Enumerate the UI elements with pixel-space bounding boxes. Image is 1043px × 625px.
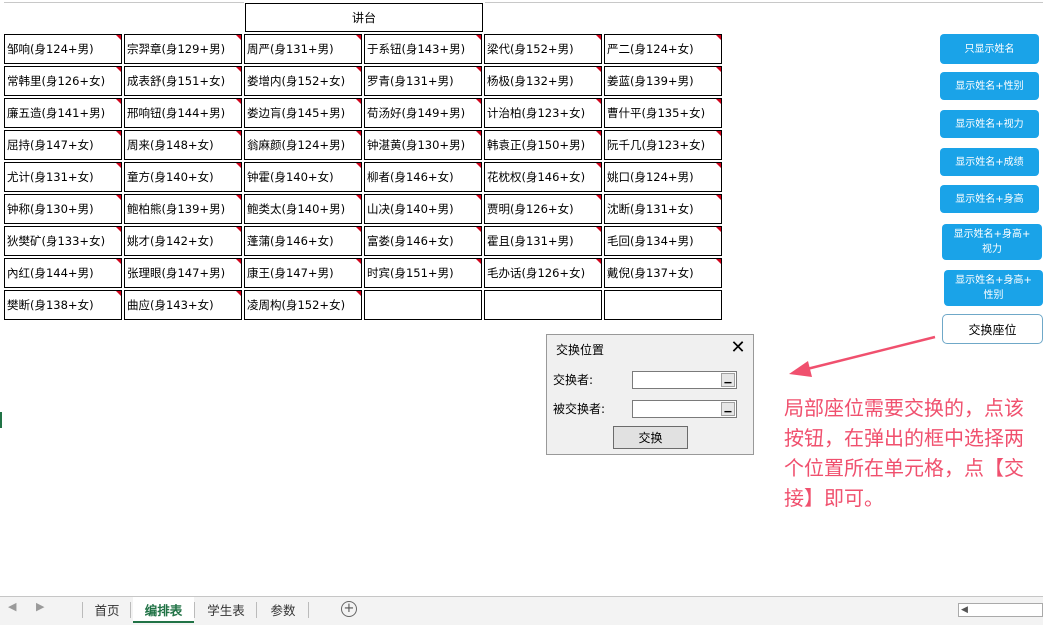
scroll-left-icon[interactable]: ◀ [961, 604, 968, 616]
swap-confirm-button[interactable]: 交换 [613, 426, 688, 449]
annotation-arrow [789, 335, 936, 377]
sheet-tab[interactable]: 参数 [258, 597, 308, 621]
tab-divider [308, 602, 309, 618]
swapper-ref-field[interactable]: ▁ [632, 371, 737, 389]
close-icon[interactable]: ✕ [729, 337, 747, 359]
swap-position-dialog: 交换位置 ✕ 交换者: ▁ 被交换者: ▁ 交换 [546, 334, 754, 455]
range-select-icon[interactable]: ▁ [721, 373, 735, 387]
prev-sheet-icon[interactable]: ◀ [8, 600, 16, 613]
row-marker [0, 412, 2, 428]
horizontal-scrollbar[interactable]: ◀ [958, 603, 1043, 617]
sheet-tab[interactable]: 学生表 [196, 597, 256, 621]
sheet-tab[interactable]: 首页 [84, 597, 130, 621]
swappee-ref-field[interactable]: ▁ [632, 400, 737, 418]
swappee-label: 被交换者: [553, 402, 606, 416]
tab-divider [194, 602, 195, 618]
next-sheet-icon[interactable]: ▶ [36, 600, 44, 613]
range-select-icon[interactable]: ▁ [721, 402, 735, 416]
sheet-tab[interactable]: 编排表 [133, 597, 194, 623]
dialog-title: 交换位置 [556, 343, 605, 357]
swapper-label: 交换者: [553, 373, 594, 387]
add-sheet-icon[interactable]: + [341, 601, 357, 617]
annotation-text: 局部座位需要交换的，点该按钮，在弹出的框中选择两个位置所在单元格，点【交接】即可… [784, 396, 1024, 510]
sheet-tab-bar: ◀ ▶ 首页 编排表 学生表 参数 + ◀ [0, 596, 1043, 625]
tab-divider [82, 602, 83, 618]
tab-divider [130, 602, 131, 618]
tab-divider [256, 602, 257, 618]
